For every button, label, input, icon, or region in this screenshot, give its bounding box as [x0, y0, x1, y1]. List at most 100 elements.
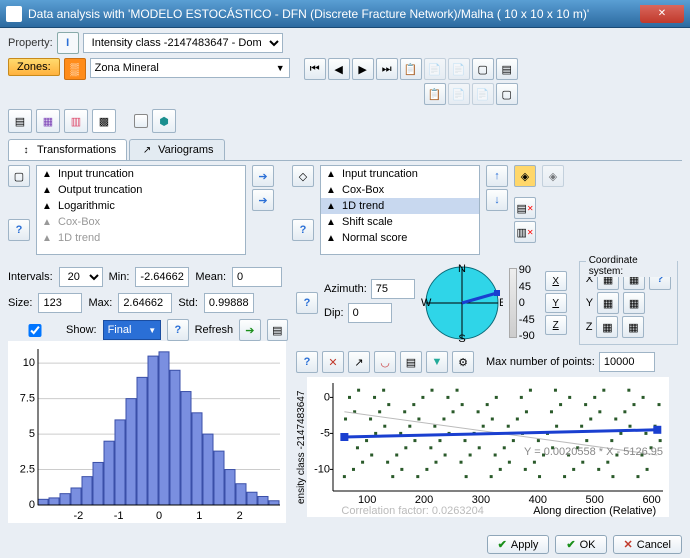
list-item[interactable]: ▲Cox-Box — [37, 214, 245, 230]
intervals-select[interactable]: 20 — [59, 267, 103, 287]
mean-field[interactable] — [232, 267, 282, 287]
axis-x-button[interactable]: X — [545, 271, 567, 291]
list-item[interactable]: ▲Logarithmic — [37, 198, 245, 214]
tool-copy2-button[interactable]: 📋 — [424, 83, 446, 105]
list-item[interactable]: ▲1D trend — [321, 198, 479, 214]
size-field[interactable] — [38, 293, 82, 313]
list-item[interactable]: ▲Output truncation — [37, 182, 245, 198]
property-select[interactable]: Intensity class -2147483647 - Dom — [83, 33, 283, 53]
help-button-4[interactable]: ? — [296, 292, 318, 314]
zones-select[interactable]: Zona Mineral ▼ — [90, 58, 290, 78]
help-button-3[interactable]: ? — [167, 319, 188, 341]
mean-label: Mean: — [195, 271, 226, 283]
move-down-button[interactable]: ↓ — [486, 189, 508, 211]
tab-transformations[interactable]: ↕ Transformations — [8, 139, 127, 160]
filter-button[interactable]: ▼ — [426, 351, 448, 373]
fit-button[interactable]: ↗ — [348, 351, 370, 373]
z-grid1[interactable]: ▦ — [596, 316, 618, 338]
delete-one-button[interactable]: ▤✕ — [514, 197, 536, 219]
export-hist-button[interactable]: ▤ — [267, 319, 288, 341]
maxpts-field[interactable] — [599, 352, 655, 372]
add-transform-button[interactable]: ➔ — [252, 165, 274, 187]
app-action-1[interactable]: ▤ — [8, 109, 32, 133]
help-button-6[interactable]: ? — [296, 351, 318, 373]
add-transform-arrow[interactable]: ➔ — [252, 189, 274, 211]
maxpts-label: Max number of points: — [486, 356, 595, 368]
list-item[interactable]: ▲Cox-Box — [321, 182, 479, 198]
y-grid1[interactable]: ▦ — [597, 292, 619, 314]
dip-field[interactable] — [348, 303, 392, 323]
help-button-2[interactable]: ? — [292, 219, 314, 241]
available-transforms-list[interactable]: ▲Input truncation▲Output truncation▲Loga… — [36, 165, 246, 255]
show-check[interactable]: Show: — [8, 324, 97, 337]
axis-y-button[interactable]: Y — [545, 293, 567, 313]
list-item[interactable]: ▲Normal score — [321, 230, 479, 246]
move-up-button[interactable]: ↑ — [486, 165, 508, 187]
nav-first-button[interactable]: ⏮ — [304, 58, 326, 80]
list-item[interactable]: ▲1D trend — [37, 230, 245, 246]
max-field[interactable] — [118, 293, 172, 313]
axis-z-button[interactable]: Z — [545, 315, 567, 335]
tool-paste4-button: 📄 — [472, 83, 494, 105]
nav-last-button[interactable]: ⏭ — [376, 58, 398, 80]
zones-label: Zones: — [8, 58, 60, 76]
svg-text:E: E — [499, 297, 503, 309]
tool-new-button[interactable]: ▢ — [472, 58, 494, 80]
y-grid2[interactable]: ▦ — [623, 292, 645, 314]
std-label: Std: — [178, 297, 198, 309]
applied-transforms-list[interactable]: ▲Input truncation▲Cox-Box▲1D trend▲Shift… — [320, 165, 480, 255]
z-grid2[interactable]: ▦ — [622, 316, 644, 338]
azimuth-label: Azimuth: — [324, 283, 367, 295]
close-button[interactable]: ✕ — [640, 5, 684, 23]
cancel-button[interactable]: ✕Cancel — [613, 535, 682, 554]
svg-text:Along direction (Relative): Along direction (Relative) — [533, 505, 656, 517]
show-mode-select[interactable]: Final▼ — [103, 320, 162, 340]
histogram-chart: 02.557.510-2-1012 — [8, 341, 286, 523]
app-icon — [6, 6, 22, 22]
delete-all-button[interactable]: ▥✕ — [514, 221, 536, 243]
refresh-label: Refresh — [195, 324, 234, 336]
svg-text:Correlation factor: 0.0263204: Correlation factor: 0.0263204 — [341, 505, 483, 517]
app-action-2[interactable]: ▦ — [36, 109, 60, 133]
tool-new2-button[interactable]: ▢ — [496, 83, 518, 105]
app-action-4[interactable]: ▩ — [92, 109, 116, 133]
svg-text:0: 0 — [324, 391, 330, 403]
zone-icon: ▒ — [64, 58, 86, 80]
scatter-chart: -10-50100200300400500600Y = 0.0020558 * … — [307, 377, 669, 517]
svg-text:0: 0 — [29, 499, 35, 511]
help-button-1[interactable]: ? — [8, 219, 30, 241]
nav-prev-button[interactable]: ◀ — [328, 58, 350, 80]
app-checkbox[interactable] — [134, 114, 148, 128]
export-button[interactable]: ▤ — [400, 351, 422, 373]
svg-text:5: 5 — [29, 428, 35, 440]
left-new-button[interactable]: ▢ — [8, 165, 30, 187]
max-label: Max: — [88, 297, 112, 309]
tab-variograms[interactable]: ↗ Variograms — [129, 139, 224, 160]
tool-copy-button[interactable]: 📋 — [400, 58, 422, 80]
property-type-icon: I — [57, 32, 79, 54]
tool-paste3-button: 📄 — [448, 83, 470, 105]
auto-button[interactable]: ◈ — [514, 165, 536, 187]
list-item[interactable]: ▲Shift scale — [321, 214, 479, 230]
ok-button[interactable]: ✔OK — [555, 535, 606, 554]
window-title: Data analysis with 'MODELO ESTOCÁSTICO -… — [28, 7, 640, 21]
refresh-button[interactable]: ➔ — [239, 319, 260, 341]
tool-newset-button[interactable]: ▤ — [496, 58, 518, 80]
list-item[interactable]: ▲Input truncation — [37, 166, 245, 182]
right-expand-button[interactable]: ◇ — [292, 165, 314, 187]
settings-button[interactable]: ⚙ — [452, 351, 474, 373]
compass-widget[interactable]: N S E W — [421, 262, 503, 344]
std-field[interactable] — [204, 293, 254, 313]
delete-points-button[interactable]: ✕ — [322, 351, 344, 373]
svg-text:-1: -1 — [114, 510, 124, 522]
app-action-5[interactable]: ⬢ — [152, 109, 176, 133]
lasso-button[interactable]: ◡ — [374, 351, 396, 373]
min-field[interactable] — [135, 267, 189, 287]
dip-slider[interactable] — [509, 268, 517, 338]
app-action-3[interactable]: ▥ — [64, 109, 88, 133]
apply-button[interactable]: ✔Apply — [487, 535, 550, 554]
svg-text:S: S — [458, 333, 465, 344]
nav-next-button[interactable]: ▶ — [352, 58, 374, 80]
azimuth-field[interactable] — [371, 279, 415, 299]
list-item[interactable]: ▲Input truncation — [321, 166, 479, 182]
